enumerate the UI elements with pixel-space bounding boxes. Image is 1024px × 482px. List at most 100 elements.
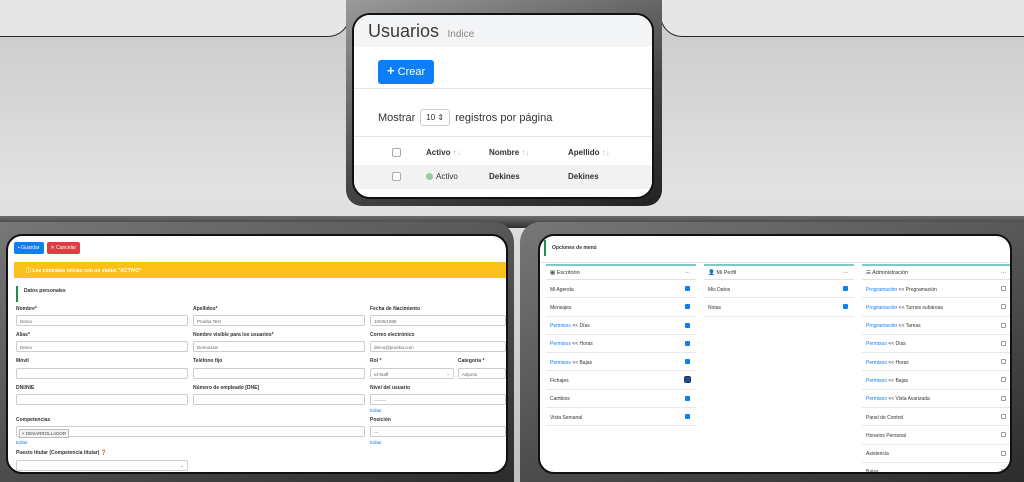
menu-option-item[interactable]: Panel de Control [862,408,1010,427]
movil-input[interactable] [16,368,188,379]
menu-option-item[interactable]: Horarios Personal [862,426,1010,445]
row-apellido: Dekines [568,172,599,181]
menu-option-checkbox[interactable] [1001,359,1006,365]
cancel-button[interactable]: ✕ Cancelar [46,242,81,254]
menu-option-item[interactable]: Bajas [862,463,1010,472]
menu-option-checkbox[interactable] [685,286,690,291]
menu-option-item[interactable]: Mensajes [546,298,696,317]
menu-option-checkbox[interactable] [685,395,690,401]
create-user-button[interactable]: + Crear [378,60,435,84]
table-row[interactable]: Activo Dekines Dekines [354,165,652,189]
row-nombre: Dekines [489,172,520,181]
column-header-activo[interactable]: Activo ↑↓ [426,148,461,157]
competencia-tag[interactable]: × DESARROLLADOR [19,428,70,438]
puesto-select[interactable]: ⌄ [16,460,188,471]
menu-option-checkbox[interactable] [1001,286,1006,291]
user-icon: 👤 [708,270,715,276]
nombre-visible-input[interactable]: DemoUser [193,341,365,352]
menu-option-item[interactable]: Permisos << Bajas [862,371,1010,390]
email-field[interactable]: demo@prueba.com [370,341,506,352]
menu-option-checkbox[interactable] [684,376,691,384]
menu-option-item[interactable]: Permisos << Días [546,317,696,335]
menu-option-link[interactable]: Permisos [550,323,571,329]
posicion-edit-link[interactable]: Editar [370,440,382,445]
menu-option-checkbox[interactable] [1001,377,1006,383]
column-header-apellido[interactable]: Apellido ↑↓ [568,148,610,157]
menu-option-link[interactable]: Permisos [866,378,887,384]
row-checkbox[interactable] [392,172,401,181]
page-size-select[interactable]: 10 ⇕ [420,109,451,126]
menu-option-item[interactable]: Permisos << Vista Avanzada [862,390,1010,409]
menu-option-item[interactable]: Vista Semanal [546,408,696,427]
menu-option-checkbox[interactable] [843,304,848,310]
menu-option-checkbox[interactable] [1001,395,1006,401]
menu-option-label: Vista Semanal [550,414,583,421]
menu-option-item[interactable]: Permisos << Bajas [546,353,696,372]
menu-option-checkbox[interactable] [1001,340,1006,346]
menu-option-link[interactable]: Programación [866,323,897,329]
menu-option-label: << Días [886,341,906,348]
info-alert: ⓘ Los contratos inician con un status "A… [14,262,506,278]
list-icon: ☰ [866,270,871,276]
menu-option-item[interactable]: Permisos << Días [862,335,1010,354]
menu-option-checkbox[interactable] [1001,414,1006,420]
dni-input[interactable] [16,394,188,405]
menu-options-title: Opciones de menú [544,240,744,256]
user-form-window: ▪ Guardar ✕ Cancelar ⓘ Los contratos ini… [6,234,508,474]
menu-option-checkbox[interactable] [685,322,690,328]
menu-option-item[interactable]: Asistencia [862,445,1010,463]
nivel-select[interactable]: -------- [370,394,506,405]
telefono-input[interactable] [193,368,365,379]
alias-input[interactable]: Demo [16,341,188,352]
menu-option-item[interactable]: Permisos << Horas [862,353,1010,372]
nombre-input[interactable]: Demo [16,315,188,326]
menu-option-link[interactable]: Permisos [866,396,887,402]
menu-option-checkbox[interactable] [685,414,690,420]
menu-option-checkbox[interactable] [1001,432,1006,438]
alias-label: Alias* [16,332,30,338]
competencias-input[interactable]: × DESARROLLADOR [16,426,365,438]
menu-option-link[interactable]: Permisos [866,360,887,366]
menu-option-link[interactable]: Programación [866,305,897,311]
rol-select[interactable]: Id-Staff ⌄ [370,368,454,379]
posicion-label: Posición [370,417,391,423]
menu-option-checkbox[interactable] [685,304,690,310]
menu-option-link[interactable]: Programación [866,287,897,293]
nivel-edit-link[interactable]: Editar [370,408,382,413]
menu-option-item[interactable]: Fichajes [546,371,696,390]
menu-option-link[interactable]: Permisos [550,360,571,366]
menu-option-item[interactable]: Mis Datos [704,280,854,299]
select-all-checkbox[interactable] [392,148,401,157]
question-icon[interactable]: ❓ [101,450,107,456]
menu-option-checkbox[interactable] [1001,450,1006,456]
menu-option-item[interactable]: Programación << Turnos subáreas [862,298,1010,317]
menu-option-checkbox[interactable] [1001,304,1006,310]
column-title: Mi Perfil [716,270,737,276]
collapse-icon[interactable]: ... [1001,269,1006,275]
menu-option-checkbox[interactable] [1001,322,1006,328]
menu-option-checkbox[interactable] [685,359,690,365]
collapse-icon[interactable]: ... [843,269,848,275]
menu-option-link[interactable]: Permisos [550,341,571,347]
menu-option-link[interactable]: Permisos [866,341,887,347]
save-button[interactable]: ▪ Guardar [14,242,44,254]
collapse-icon[interactable]: ... [685,269,690,275]
menu-option-item[interactable]: Programación << Tareas [862,317,1010,335]
posicion-select[interactable]: --- [370,426,506,437]
categoria-select[interactable]: Adjunto [458,368,506,379]
column-header-nombre[interactable]: Nombre ↑↓ [489,148,529,157]
menu-option-item[interactable]: Permisos << Horas [546,335,696,354]
menu-option-item[interactable]: Programación << Programación [862,280,1010,299]
menu-option-checkbox[interactable] [843,286,848,291]
menu-option-item[interactable]: Cambios [546,390,696,409]
apellidos-input[interactable]: Prueba Test [193,315,365,326]
nacimiento-input[interactable]: 10/06/1986 [370,315,506,326]
empleado-input[interactable] [193,394,365,405]
status-dot-icon [426,173,433,180]
menu-option-item[interactable]: Mi Agenda [546,280,696,299]
column-header-label: Nombre [489,148,520,157]
cancel-label: Cancelar [56,245,77,251]
menu-option-checkbox[interactable] [685,340,690,346]
menu-option-item[interactable]: Notas [704,298,854,317]
competencias-edit-link[interactable]: Editar [16,440,28,445]
